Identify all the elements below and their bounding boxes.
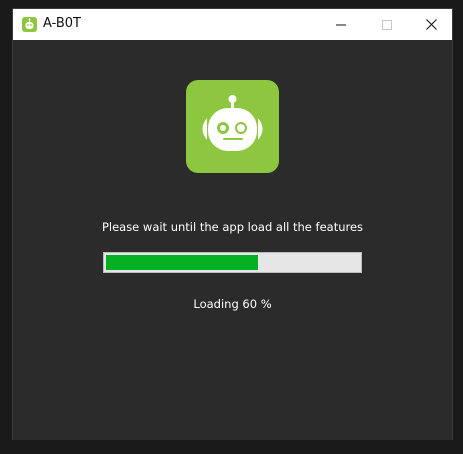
progress-fill bbox=[106, 255, 258, 270]
maximize-button[interactable] bbox=[364, 9, 410, 40]
splash-content: Please wait until the app load all the f… bbox=[13, 40, 452, 440]
robot-icon bbox=[202, 95, 263, 151]
close-icon bbox=[425, 19, 437, 30]
title-bar[interactable]: A-B0T bbox=[13, 9, 452, 40]
minimize-icon bbox=[336, 24, 346, 25]
maximize-icon bbox=[382, 19, 392, 30]
loading-progress-bar bbox=[103, 252, 362, 273]
app-logo bbox=[186, 80, 279, 173]
minimize-button[interactable] bbox=[318, 9, 364, 40]
close-button[interactable] bbox=[408, 9, 454, 40]
loading-message: Please wait until the app load all the f… bbox=[101, 220, 364, 234]
app-window: A-B0T Please wait until the app load all… bbox=[12, 8, 453, 440]
loading-status: Loading 60 % bbox=[193, 297, 272, 311]
desktop-backdrop: A-B0T Please wait until the app load all… bbox=[0, 0, 463, 454]
window-title: A-B0T bbox=[43, 16, 81, 31]
robot-icon bbox=[22, 17, 37, 32]
